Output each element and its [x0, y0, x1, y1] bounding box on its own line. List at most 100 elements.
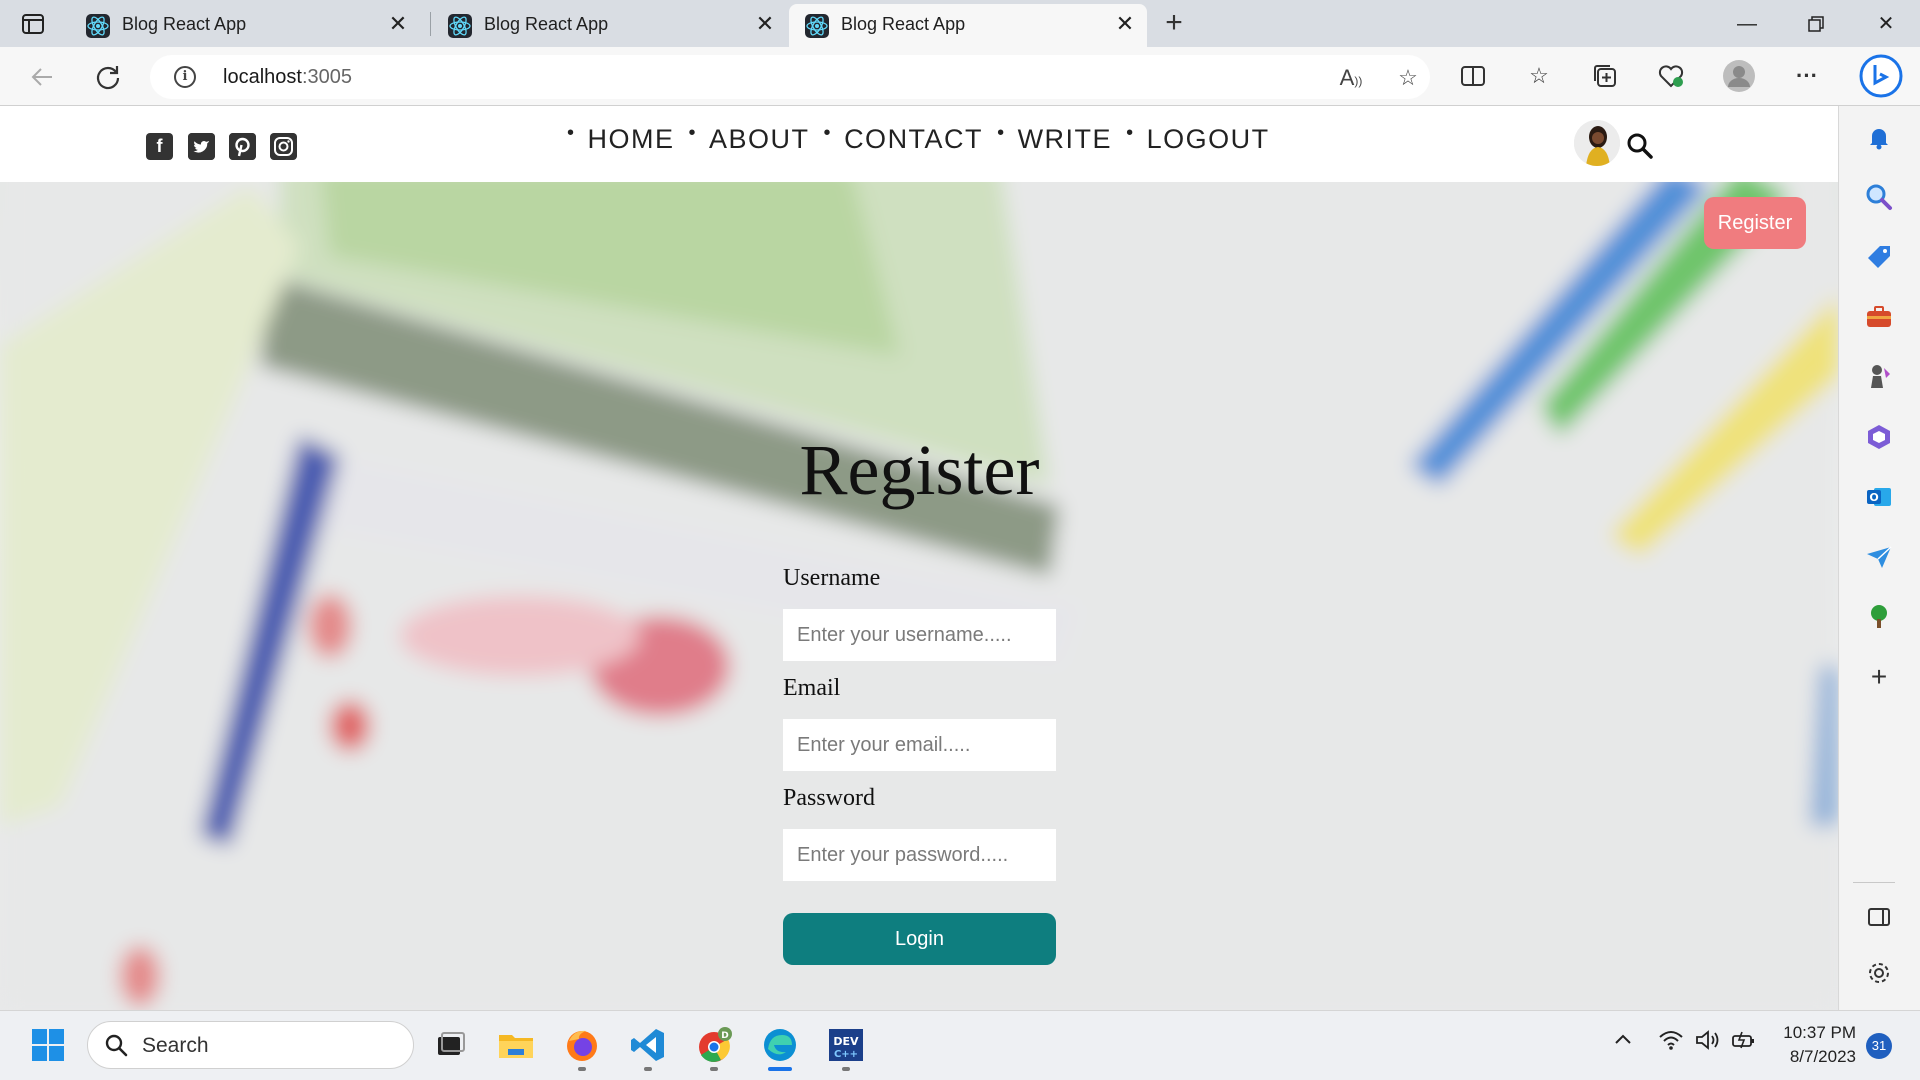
- show-hidden-icons-icon[interactable]: [1612, 1029, 1634, 1057]
- browser-tab-2[interactable]: Blog React App ✕: [432, 4, 787, 47]
- tab-separator: [430, 12, 431, 36]
- close-tab-icon[interactable]: ✕: [753, 12, 777, 36]
- running-indicator: [578, 1067, 586, 1071]
- tab-title: Blog React App: [122, 14, 247, 34]
- svg-text:O: O: [1869, 491, 1878, 504]
- read-aloud-icon[interactable]: A)): [1338, 65, 1364, 91]
- nav-contact[interactable]: CONTACT: [844, 124, 983, 155]
- address-bar[interactable]: i localhost:3005 A)) ☆: [150, 55, 1430, 99]
- twitter-icon[interactable]: [188, 133, 215, 160]
- windows-start-icon[interactable]: [28, 1025, 68, 1065]
- close-tab-icon[interactable]: ✕: [386, 12, 410, 36]
- site-info-icon[interactable]: i: [174, 66, 196, 88]
- edge-sidebar: O +: [1838, 106, 1920, 1010]
- tree-icon[interactable]: [1864, 602, 1894, 632]
- settings-gear-icon[interactable]: [1864, 958, 1894, 988]
- form-title: Register: [799, 430, 1040, 510]
- hide-sidebar-icon[interactable]: [1864, 902, 1894, 932]
- user-avatar[interactable]: [1574, 120, 1620, 166]
- outlook-icon[interactable]: O: [1864, 482, 1894, 512]
- firefox-icon[interactable]: [562, 1025, 602, 1071]
- react-icon: [805, 14, 829, 38]
- svg-text:DEV: DEV: [833, 1035, 859, 1048]
- taskbar-search-label: Search: [142, 1034, 209, 1057]
- windows-taskbar: Search D DEV C++ 10:37 PM 8/7/2023 31: [0, 1010, 1920, 1080]
- react-icon: [86, 14, 110, 38]
- back-icon[interactable]: [26, 61, 58, 93]
- instagram-icon[interactable]: [270, 133, 297, 160]
- bing-copilot-icon[interactable]: [1858, 53, 1904, 99]
- clock-time: 10:37 PM: [1783, 1023, 1856, 1042]
- nav-write[interactable]: WRITE: [1018, 124, 1113, 155]
- search-icon: [105, 1034, 128, 1057]
- collections-icon[interactable]: [1588, 59, 1622, 93]
- chrome-dev-icon[interactable]: D: [694, 1025, 734, 1071]
- restore-icon[interactable]: [1796, 8, 1836, 40]
- nav-about[interactable]: ABOUT: [709, 124, 810, 155]
- volume-icon[interactable]: [1694, 1029, 1722, 1057]
- minimize-icon[interactable]: —: [1727, 8, 1767, 40]
- password-input[interactable]: [783, 829, 1056, 881]
- battery-icon[interactable]: [1730, 1029, 1758, 1057]
- games-chess-icon[interactable]: [1864, 362, 1894, 392]
- email-input[interactable]: [783, 719, 1056, 771]
- tools-briefcase-icon[interactable]: [1864, 302, 1894, 332]
- username-input[interactable]: [783, 609, 1056, 661]
- notification-count-badge[interactable]: 31: [1866, 1033, 1892, 1059]
- active-indicator: [768, 1067, 792, 1071]
- favorites-icon[interactable]: ☆: [1522, 59, 1556, 93]
- site-top-bar: f • HOME • ABOUT • CONTACT • WRITE • LOG…: [0, 106, 1838, 182]
- search-sidebar-icon[interactable]: [1864, 182, 1894, 212]
- add-sidebar-app-icon[interactable]: +: [1864, 662, 1894, 692]
- username-label: Username: [783, 565, 881, 591]
- microsoft-365-icon[interactable]: [1864, 422, 1894, 452]
- search-icon[interactable]: [1626, 132, 1654, 160]
- task-view-icon[interactable]: [430, 1025, 470, 1065]
- running-indicator: [644, 1067, 652, 1071]
- favorite-star-icon[interactable]: ☆: [1395, 65, 1421, 91]
- edge-browser-icon[interactable]: [760, 1025, 800, 1071]
- wifi-icon[interactable]: [1658, 1029, 1684, 1057]
- react-icon: [448, 14, 472, 38]
- main-nav: • HOME • ABOUT • CONTACT • WRITE • LOGOU…: [567, 122, 1270, 155]
- refresh-icon[interactable]: [92, 61, 124, 93]
- pinterest-icon[interactable]: [229, 133, 256, 160]
- tab-title: Blog React App: [841, 14, 966, 34]
- send-paper-plane-icon[interactable]: [1864, 542, 1894, 572]
- browser-essentials-icon[interactable]: [1654, 59, 1688, 93]
- running-indicator: [710, 1067, 718, 1071]
- browser-tab-strip: Blog React App ✕ Blog React App ✕ Blog R…: [0, 0, 1920, 47]
- url-text: localhost:3005: [223, 66, 352, 88]
- tab-title: Blog React App: [484, 14, 609, 34]
- running-indicator: [842, 1067, 850, 1071]
- vscode-icon[interactable]: [628, 1025, 668, 1071]
- close-window-icon[interactable]: ✕: [1866, 8, 1906, 40]
- tab-actions-icon[interactable]: [20, 12, 48, 36]
- close-tab-icon[interactable]: ✕: [1113, 12, 1137, 36]
- login-button[interactable]: Login: [783, 913, 1056, 965]
- page-viewport: f • HOME • ABOUT • CONTACT • WRITE • LOG…: [0, 106, 1838, 1010]
- more-options-icon[interactable]: ···: [1790, 59, 1824, 93]
- register-link-button[interactable]: Register: [1704, 197, 1806, 249]
- dev-cpp-icon[interactable]: DEV C++: [826, 1025, 866, 1071]
- browser-tab-1[interactable]: Blog React App ✕: [70, 4, 420, 47]
- profile-avatar-icon[interactable]: [1722, 59, 1756, 93]
- browser-toolbar: i localhost:3005 A)) ☆ ☆ ···: [0, 47, 1920, 106]
- email-label: Email: [783, 675, 841, 701]
- nav-logout[interactable]: LOGOUT: [1147, 124, 1270, 155]
- taskbar-search-box[interactable]: Search: [87, 1021, 414, 1069]
- svg-text:D: D: [721, 1031, 728, 1041]
- facebook-icon[interactable]: f: [146, 133, 173, 160]
- system-clock[interactable]: 10:37 PM 8/7/2023: [1766, 1021, 1856, 1069]
- clock-date: 8/7/2023: [1789, 1047, 1856, 1066]
- sidebar-divider: [1853, 882, 1895, 883]
- file-explorer-icon[interactable]: [496, 1025, 536, 1065]
- nav-home[interactable]: HOME: [588, 124, 675, 155]
- split-screen-icon[interactable]: [1456, 59, 1490, 93]
- password-label: Password: [783, 785, 876, 811]
- shopping-tag-icon[interactable]: [1864, 242, 1894, 272]
- notification-bell-icon[interactable]: [1864, 122, 1894, 152]
- new-tab-icon[interactable]: +: [1158, 8, 1190, 40]
- svg-text:C++: C++: [834, 1049, 858, 1060]
- browser-tab-3-active[interactable]: Blog React App ✕: [789, 4, 1147, 47]
